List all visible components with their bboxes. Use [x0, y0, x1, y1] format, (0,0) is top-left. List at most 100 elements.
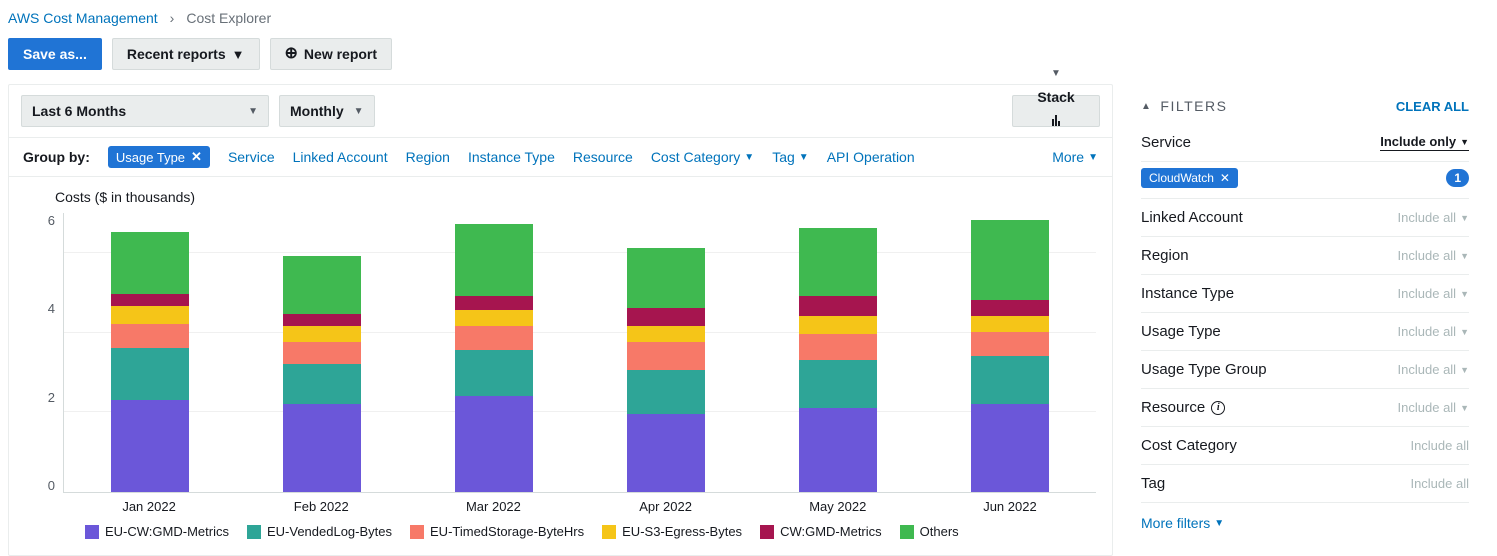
chevron-down-icon: ▼: [1214, 518, 1224, 529]
chart-plot: 6420: [25, 213, 1096, 493]
legend-label: EU-CW:GMD-Metrics: [105, 524, 229, 539]
save-as-button[interactable]: Save as...: [8, 38, 102, 70]
bar-segment: [283, 314, 361, 326]
bar-segment: [283, 256, 361, 314]
bar-segment: [283, 404, 361, 492]
breadcrumb-separator: ›: [170, 10, 175, 26]
bar-segment: [971, 300, 1049, 316]
bar-segment: [799, 334, 877, 360]
bar-segment: [111, 324, 189, 348]
bar-segment: [971, 316, 1049, 332]
bar-segment: [283, 342, 361, 364]
bar-segment: [283, 364, 361, 404]
close-icon[interactable]: ✕: [1220, 171, 1230, 185]
chevron-down-icon: ▼: [1460, 327, 1469, 337]
filter-mode[interactable]: Include all▼: [1398, 286, 1469, 301]
bar-segment: [455, 350, 533, 396]
filter-mode[interactable]: Include only▼: [1380, 134, 1469, 151]
group-by-option-api-operation[interactable]: API Operation: [827, 149, 915, 165]
group-by-option-resource[interactable]: Resource: [573, 149, 633, 165]
filter-row-usage-type[interactable]: Usage TypeInclude all▼: [1141, 313, 1469, 351]
y-tick: 4: [48, 301, 55, 316]
filter-name: Usage Type Group: [1141, 361, 1267, 378]
filter-row-service[interactable]: Service Include only▼: [1141, 124, 1469, 162]
filter-mode[interactable]: Include all: [1410, 438, 1469, 453]
x-tick: Feb 2022: [235, 493, 407, 514]
bar-chart-icon: [1052, 115, 1060, 126]
legend-item[interactable]: EU-TimedStorage-ByteHrs: [410, 524, 584, 539]
legend-item[interactable]: EU-S3-Egress-Bytes: [602, 524, 742, 539]
bar-segment: [799, 408, 877, 492]
info-icon[interactable]: i: [1211, 401, 1225, 415]
filter-row-cost-category[interactable]: Cost CategoryInclude all: [1141, 427, 1469, 465]
group-by-option-service[interactable]: Service: [228, 149, 275, 165]
filter-name: Linked Account: [1141, 209, 1243, 226]
filter-mode[interactable]: Include all▼: [1398, 324, 1469, 339]
chart-column: [752, 213, 924, 492]
bar-segment: [627, 370, 705, 414]
bar-segment: [971, 404, 1049, 492]
group-by-active-pill[interactable]: Usage Type ✕: [108, 146, 210, 168]
y-tick: 2: [48, 390, 55, 405]
group-by-option-linked-account[interactable]: Linked Account: [293, 149, 388, 165]
legend-label: CW:GMD-Metrics: [780, 524, 882, 539]
filter-row-instance-type[interactable]: Instance TypeInclude all▼: [1141, 275, 1469, 313]
legend-swatch: [85, 525, 99, 539]
y-tick: 0: [48, 478, 55, 493]
bar-segment: [627, 248, 705, 308]
legend-item[interactable]: Others: [900, 524, 959, 539]
filter-mode[interactable]: Include all: [1410, 476, 1469, 491]
group-by-option-instance-type[interactable]: Instance Type: [468, 149, 555, 165]
chevron-down-icon: ▼: [1460, 403, 1469, 413]
breadcrumb-current: Cost Explorer: [186, 10, 271, 26]
bar-segment: [455, 326, 533, 350]
filter-row-usage-type-group[interactable]: Usage Type Group Include all▼: [1141, 351, 1469, 389]
clear-all-filters[interactable]: CLEAR ALL: [1396, 99, 1469, 114]
filter-name: Resourcei: [1141, 399, 1225, 416]
new-report-button[interactable]: ⊕New report: [270, 38, 393, 70]
bar-segment: [799, 296, 877, 316]
chart-title: Costs ($ in thousands): [25, 189, 1096, 205]
chevron-down-icon: ▼: [248, 106, 258, 117]
bar-segment: [627, 326, 705, 342]
filter-mode[interactable]: Include all▼: [1398, 248, 1469, 263]
filter-name: Region: [1141, 247, 1189, 264]
legend-item[interactable]: EU-CW:GMD-Metrics: [85, 524, 229, 539]
bar-segment: [455, 296, 533, 310]
legend-swatch: [900, 525, 914, 539]
granularity-dropdown[interactable]: Monthly▼: [279, 95, 375, 127]
bar-segment: [627, 308, 705, 326]
filter-mode[interactable]: Include all▼: [1398, 362, 1469, 377]
bar-segment: [799, 228, 877, 296]
filter-mode[interactable]: Include all▼: [1398, 400, 1469, 415]
chart-type-dropdown[interactable]: Stack▼: [1012, 95, 1100, 127]
close-icon[interactable]: ✕: [191, 149, 202, 165]
chart-column: [580, 213, 752, 492]
legend-item[interactable]: EU-VendedLog-Bytes: [247, 524, 392, 539]
group-by-option-cost-category[interactable]: Cost Category▼: [651, 149, 754, 165]
recent-reports-button[interactable]: Recent reports▼: [112, 38, 260, 70]
filter-name: Service: [1141, 134, 1191, 151]
filters-title[interactable]: ▲ FILTERS: [1141, 98, 1227, 114]
filter-tag-chip[interactable]: CloudWatch✕: [1141, 168, 1238, 188]
date-range-dropdown[interactable]: Last 6 Months▼: [21, 95, 269, 127]
x-tick: Mar 2022: [407, 493, 579, 514]
filter-mode[interactable]: Include all▼: [1398, 210, 1469, 225]
group-by-option-region[interactable]: Region: [406, 149, 450, 165]
chart-xaxis: Jan 2022Feb 2022Mar 2022Apr 2022May 2022…: [63, 493, 1096, 514]
breadcrumb-root[interactable]: AWS Cost Management: [8, 10, 158, 26]
more-filters[interactable]: More filters▼: [1141, 503, 1469, 531]
filter-row-linked-account[interactable]: Linked Account Include all▼: [1141, 199, 1469, 237]
filters-panel: ▲ FILTERS CLEAR ALL Service Include only▼…: [1129, 84, 1489, 556]
group-by-option-tag[interactable]: Tag▼: [772, 149, 808, 165]
filter-row-region[interactable]: Region Include all▼: [1141, 237, 1469, 275]
legend-swatch: [760, 525, 774, 539]
bar-segment: [455, 310, 533, 326]
legend-label: EU-S3-Egress-Bytes: [622, 524, 742, 539]
filter-row-tag[interactable]: TagInclude all: [1141, 465, 1469, 503]
filter-row-resource[interactable]: Resourcei Include all▼: [1141, 389, 1469, 427]
group-by-more[interactable]: More▼: [1052, 149, 1098, 165]
bar-segment: [111, 348, 189, 400]
legend-item[interactable]: CW:GMD-Metrics: [760, 524, 882, 539]
filter-count-badge: 1: [1446, 169, 1469, 187]
